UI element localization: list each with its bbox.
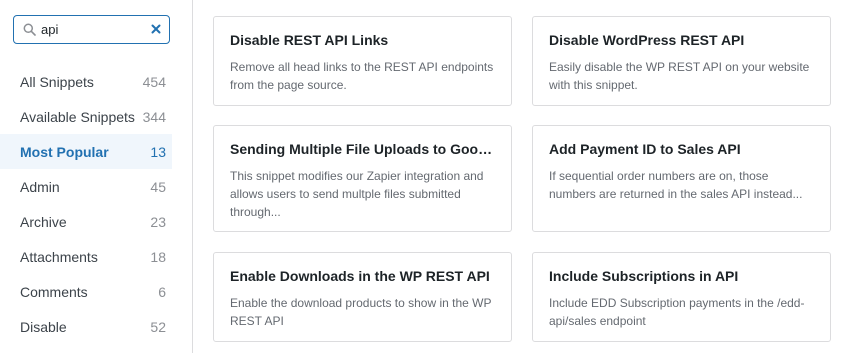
category-name: Comments (20, 283, 88, 300)
category-name: Archive (20, 213, 67, 230)
category-count: 23 (150, 213, 166, 230)
search-input[interactable] (41, 22, 139, 37)
category-item-archive[interactable]: Archive 23 (0, 204, 172, 239)
category-item-comments[interactable]: Comments 6 (0, 274, 172, 309)
category-name: Admin (20, 178, 60, 195)
category-count: 454 (142, 73, 166, 90)
search-icon (22, 23, 36, 37)
category-name: Disable (20, 318, 67, 335)
snippet-card-description: Easily disable the WP REST API on your w… (549, 60, 810, 92)
snippet-card[interactable]: Include Subscriptions in API Include EDD… (532, 252, 831, 342)
category-name: Most Popular (20, 143, 109, 160)
snippet-card-title: Add Payment ID to Sales API (549, 141, 741, 157)
snippet-card-description: If sequential order numbers are on, thos… (549, 169, 803, 201)
close-icon[interactable] (149, 22, 163, 36)
snippet-card-description: Include EDD Subscription payments in the… (549, 296, 805, 328)
sidebar: All Snippets 454 Available Snippets 344 … (0, 0, 193, 353)
snippet-card-title: Disable WordPress REST API (549, 32, 745, 48)
snippet-library: All Snippets 454 Available Snippets 344 … (0, 0, 845, 353)
snippet-card[interactable]: Sending Multiple File Uploads to Google … (213, 125, 512, 232)
category-name: Available Snippets (20, 108, 135, 125)
snippet-card-title: Enable Downloads in the WP REST API (230, 268, 490, 284)
snippet-card-description: This snippet modifies our Zapier integra… (230, 169, 484, 219)
category-item-admin[interactable]: Admin 45 (0, 169, 172, 204)
category-item-most-popular[interactable]: Most Popular 13 (0, 134, 172, 169)
category-count: 18 (150, 248, 166, 265)
category-item-attachments[interactable]: Attachments 18 (0, 239, 172, 274)
snippet-card-description: Enable the download products to show in … (230, 296, 492, 328)
category-count: 52 (150, 318, 166, 335)
snippet-card[interactable]: Enable Downloads in the WP REST API Enab… (213, 252, 512, 342)
category-count: 344 (142, 108, 166, 125)
category-item-disable[interactable]: Disable 52 (0, 309, 172, 344)
category-item-available-snippets[interactable]: Available Snippets 344 (0, 99, 172, 134)
category-list: All Snippets 454 Available Snippets 344 … (0, 64, 172, 344)
category-name: Attachments (20, 248, 98, 265)
snippet-card-description: Remove all head links to the REST API en… (230, 60, 494, 92)
category-count: 13 (150, 143, 166, 160)
snippet-card[interactable]: Add Payment ID to Sales API If sequentia… (532, 125, 831, 232)
snippet-card-title: Include Subscriptions in API (549, 268, 739, 284)
category-count: 6 (158, 283, 166, 300)
category-item-all-snippets[interactable]: All Snippets 454 (0, 64, 172, 99)
snippet-card[interactable]: Disable WordPress REST API Easily disabl… (532, 16, 831, 106)
category-count: 45 (150, 178, 166, 195)
snippet-card[interactable]: Disable REST API Links Remove all head l… (213, 16, 512, 106)
category-name: All Snippets (20, 73, 94, 90)
snippet-card-title: Disable REST API Links (230, 32, 389, 48)
search-box[interactable] (13, 15, 170, 44)
snippet-card-title: Sending Multiple File Uploads to Google … (230, 141, 495, 157)
